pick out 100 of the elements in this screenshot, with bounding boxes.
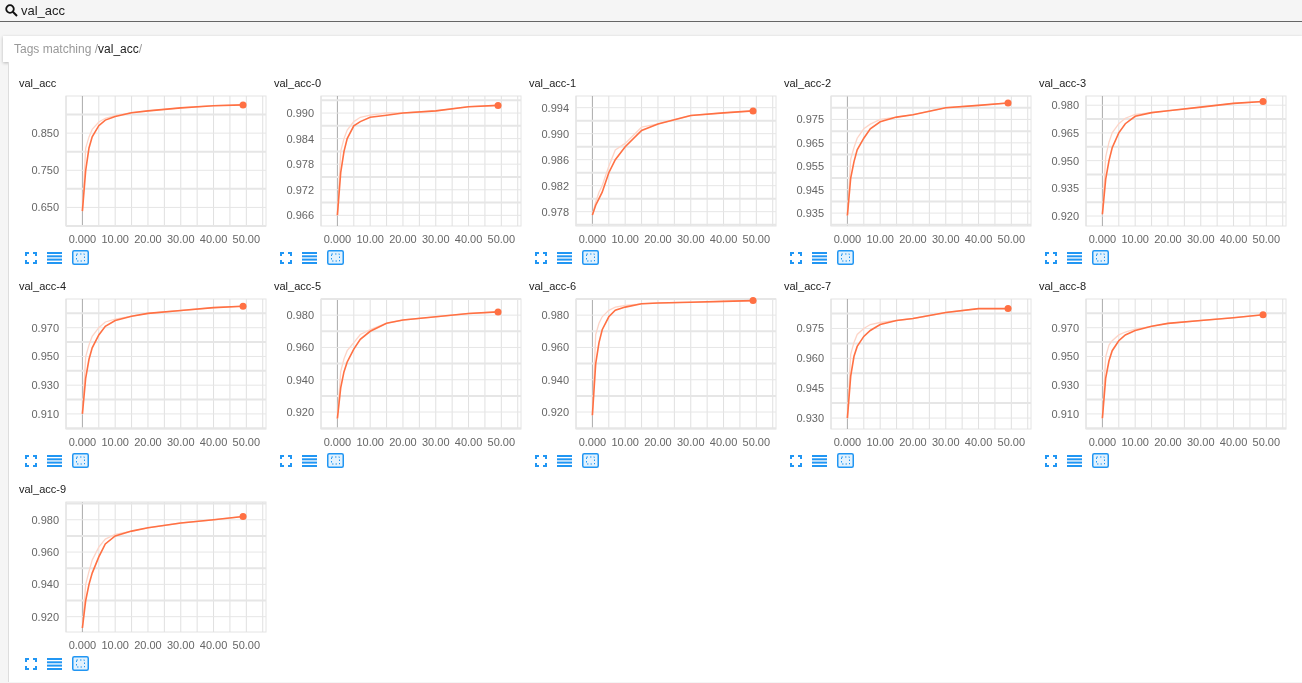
y-tick-label: 0.970 xyxy=(1051,321,1079,334)
y-tick-label: 0.950 xyxy=(1051,154,1079,167)
x-tick-label: 30.00 xyxy=(677,233,705,245)
x-tick-label: 50.00 xyxy=(742,436,771,448)
y-tick-label: 0.972 xyxy=(286,183,314,196)
chart-title: val_acc-8 xyxy=(1039,279,1088,293)
y-tick-label: 0.750 xyxy=(31,164,59,177)
x-tick-label: 0.000 xyxy=(68,639,97,651)
y-tick-label: 0.982 xyxy=(541,179,569,192)
x-tick-label: 20.00 xyxy=(134,436,162,448)
x-tick-label: 0.000 xyxy=(68,233,97,245)
x-tick-label: 10.00 xyxy=(611,233,639,245)
query-text: val_acc xyxy=(98,42,139,56)
x-tick-label: 40.00 xyxy=(199,436,228,448)
x-tick-label: 30.00 xyxy=(677,436,705,448)
x-tick-label: 20.00 xyxy=(1154,233,1182,245)
y-tick-label: 0.960 xyxy=(31,546,59,559)
x-tick-label: 10.00 xyxy=(1121,233,1149,245)
x-tick-label: 10.00 xyxy=(611,436,639,448)
y-tick-label: 0.986 xyxy=(541,153,569,166)
y-tick-label: 0.960 xyxy=(286,341,314,354)
y-tick-label: 0.984 xyxy=(286,132,314,145)
x-tick-label: 10.00 xyxy=(101,639,129,651)
chart-title: val_acc-4 xyxy=(19,279,68,293)
y-tick-label: 0.910 xyxy=(1051,407,1079,420)
x-tick-label: 10.00 xyxy=(1121,436,1149,448)
x-tick-label: 10.00 xyxy=(866,436,894,448)
y-tick-label: 0.935 xyxy=(796,207,824,220)
x-tick-label: 20.00 xyxy=(899,233,927,245)
chart-title: val_acc-1 xyxy=(529,76,578,90)
x-tick-label: 20.00 xyxy=(134,639,162,651)
y-tick-label: 0.990 xyxy=(541,127,569,140)
x-tick-label: 50.00 xyxy=(997,233,1026,245)
x-tick-label: 40.00 xyxy=(1219,233,1248,245)
y-tick-label: 0.980 xyxy=(286,309,314,322)
y-tick-label: 0.965 xyxy=(796,136,824,149)
x-tick-label: 0.000 xyxy=(1088,436,1117,448)
x-tick-label: 30.00 xyxy=(1187,233,1215,245)
x-tick-label: 20.00 xyxy=(644,436,672,448)
y-tick-label: 0.950 xyxy=(31,350,59,363)
x-tick-label: 50.00 xyxy=(487,436,516,448)
x-tick-label: 0.000 xyxy=(833,233,862,245)
x-tick-label: 10.00 xyxy=(101,233,129,245)
y-tick-label: 0.978 xyxy=(286,158,314,171)
x-tick-label: 0.000 xyxy=(323,233,352,245)
y-tick-label: 0.950 xyxy=(1051,350,1079,363)
y-tick-label: 0.930 xyxy=(31,379,59,392)
x-tick-label: 30.00 xyxy=(167,639,195,651)
y-tick-label: 0.978 xyxy=(541,205,569,218)
y-tick-label: 0.994 xyxy=(541,101,569,114)
x-tick-label: 0.000 xyxy=(578,233,607,245)
y-tick-label: 0.930 xyxy=(1051,379,1079,392)
x-tick-label: 30.00 xyxy=(422,233,450,245)
x-tick-label: 50.00 xyxy=(232,233,261,245)
y-tick-label: 0.960 xyxy=(541,341,569,354)
chart-title: val_acc-5 xyxy=(274,279,323,293)
y-tick-label: 0.920 xyxy=(286,406,314,419)
y-tick-label: 0.970 xyxy=(31,321,59,334)
x-tick-label: 40.00 xyxy=(709,233,738,245)
x-tick-label: 50.00 xyxy=(1252,436,1281,448)
y-tick-label: 0.850 xyxy=(31,127,59,140)
x-tick-label: 50.00 xyxy=(997,436,1026,448)
chart-title: val_acc-9 xyxy=(19,482,68,496)
chart-title: val_acc-2 xyxy=(784,76,833,90)
x-tick-label: 0.000 xyxy=(68,436,97,448)
x-tick-label: 10.00 xyxy=(356,436,384,448)
y-tick-label: 0.975 xyxy=(796,322,824,335)
x-tick-label: 50.00 xyxy=(232,639,261,651)
chart-title: val_acc-3 xyxy=(1039,76,1088,90)
x-tick-label: 40.00 xyxy=(1219,436,1248,448)
x-tick-label: 50.00 xyxy=(1252,233,1281,245)
y-tick-label: 0.940 xyxy=(541,373,569,386)
x-tick-label: 40.00 xyxy=(709,436,738,448)
x-tick-label: 40.00 xyxy=(199,639,228,651)
y-tick-label: 0.930 xyxy=(796,412,824,425)
y-tick-label: 0.940 xyxy=(286,373,314,386)
x-tick-label: 30.00 xyxy=(167,436,195,448)
x-tick-label: 0.000 xyxy=(833,436,862,448)
x-tick-label: 40.00 xyxy=(964,436,993,448)
y-tick-label: 0.955 xyxy=(796,160,824,173)
y-tick-label: 0.980 xyxy=(31,513,59,526)
x-tick-label: 10.00 xyxy=(356,233,384,245)
x-tick-label: 10.00 xyxy=(101,436,129,448)
y-tick-label: 0.975 xyxy=(796,113,824,126)
x-tick-label: 50.00 xyxy=(742,233,771,245)
tags-matching-label: Tags matching / xyxy=(14,42,99,56)
y-tick-label: 0.910 xyxy=(31,407,59,420)
y-tick-label: 0.980 xyxy=(1051,99,1079,112)
y-tick-label: 0.945 xyxy=(796,183,824,196)
x-tick-label: 10.00 xyxy=(866,233,894,245)
y-tick-label: 0.940 xyxy=(31,578,59,591)
y-tick-label: 0.966 xyxy=(286,209,314,222)
x-tick-label: 20.00 xyxy=(389,233,417,245)
x-tick-label: 20.00 xyxy=(899,436,927,448)
x-tick-label: 40.00 xyxy=(199,233,228,245)
y-tick-label: 0.920 xyxy=(541,406,569,419)
chart-title: val_acc xyxy=(19,76,58,90)
x-tick-label: 0.000 xyxy=(323,436,352,448)
y-tick-label: 0.960 xyxy=(796,352,824,365)
x-tick-label: 30.00 xyxy=(422,436,450,448)
